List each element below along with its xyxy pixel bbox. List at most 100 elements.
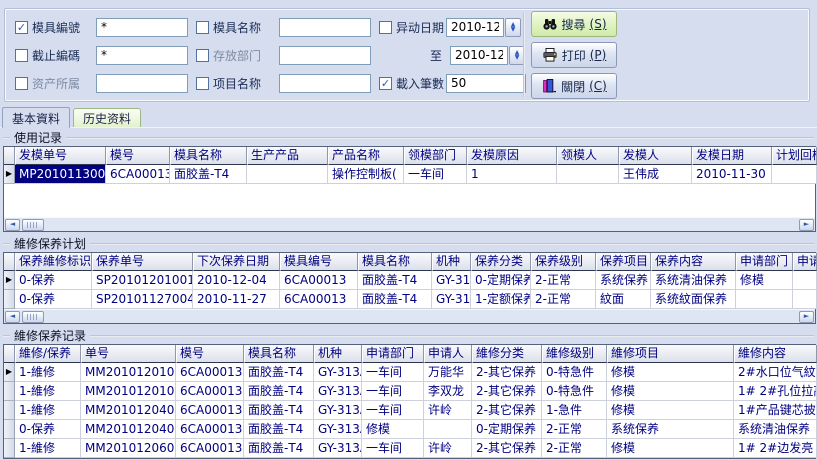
cell[interactable]: 王伟成 [619, 165, 692, 184]
cell[interactable]: 2-其它保养 [472, 401, 542, 420]
cell[interactable]: 修模 [607, 382, 734, 401]
cell[interactable]: 0-定期保养 [472, 420, 542, 439]
table-row[interactable]: 1-維修MM2010120600066CA00013面胶盖-T4GY-313A2… [4, 439, 815, 458]
cell[interactable]: SP201011270041 [92, 290, 193, 309]
cell[interactable]: 0-保养 [15, 290, 92, 309]
cell[interactable]: 1-維修 [15, 401, 81, 420]
table-row[interactable]: 0-保养MM2010120400096CA00013面胶盖-T4GY-313A2… [4, 420, 815, 439]
cell[interactable]: 6CA00013 [176, 401, 244, 420]
cell[interactable]: GY-313A2 [314, 420, 362, 439]
date-spinner[interactable]: ▲▼ [505, 18, 521, 37]
cell[interactable]: MM201012040009 [81, 420, 176, 439]
cell[interactable]: 2-正常 [531, 271, 596, 290]
scroll-track[interactable] [44, 311, 799, 323]
cell[interactable]: 2-其它保养 [472, 382, 542, 401]
cell[interactable]: 0-特急件 [542, 363, 607, 382]
print-button[interactable]: 打印(P) [531, 42, 617, 68]
cell[interactable]: 1-維修 [15, 363, 81, 382]
cell[interactable]: GY-313A2 [314, 382, 362, 401]
column-header[interactable]: 机种 [314, 345, 362, 363]
column-header[interactable]: 机种 [432, 253, 471, 271]
cell[interactable]: 许岭 [424, 439, 472, 458]
column-header[interactable]: 发模日期 [692, 147, 772, 165]
load-count-input[interactable] [446, 74, 526, 93]
cell[interactable]: 0-保养 [15, 420, 81, 439]
column-header[interactable]: 领模部门 [404, 147, 467, 165]
cell[interactable]: 面胶盖-T4 [244, 401, 314, 420]
mold-code-input[interactable] [96, 18, 188, 37]
cell[interactable]: 系统清油保养 [651, 271, 736, 290]
change-date-from-input[interactable] [446, 18, 504, 37]
close-button[interactable]: 關閉(C) [531, 73, 617, 99]
search-button[interactable]: 搜尋(S) [531, 11, 617, 37]
cell[interactable]: 李双龙 [424, 382, 472, 401]
asset-owner-input[interactable] [96, 74, 188, 93]
cell[interactable]: 面胶盖-T4 [358, 290, 432, 309]
cell[interactable]: 1# 2#孔位拉高, [734, 382, 817, 401]
cell[interactable]: 面胶盖-T4 [244, 382, 314, 401]
cell[interactable]: 万能华 [424, 363, 472, 382]
cell[interactable]: 修模 [736, 271, 793, 290]
cell[interactable]: 1#产品键芯披锋 [734, 401, 817, 420]
column-header[interactable]: 保养项目 [596, 253, 651, 271]
cell[interactable]: 0-特急件 [542, 382, 607, 401]
cell[interactable]: 修模 [607, 439, 734, 458]
cell[interactable]: 6CA00013 [176, 439, 244, 458]
cell[interactable]: GY-313A2 [314, 363, 362, 382]
cell[interactable]: 6CA00013 [176, 382, 244, 401]
end-code-checkbox[interactable] [15, 49, 28, 62]
cell[interactable] [793, 290, 817, 309]
cell[interactable]: 一车间 [362, 382, 424, 401]
cell[interactable]: 面胶盖-T4 [244, 363, 314, 382]
cell[interactable]: MM201012040003 [81, 401, 176, 420]
project-name-input[interactable] [279, 74, 371, 93]
cell[interactable]: 面胶盖-T4 [358, 271, 432, 290]
column-header[interactable]: 模具编号 [280, 253, 358, 271]
table-row[interactable]: ▶MP2010113000206CA00013面胶盖-T4操作控制板(一车间1王… [4, 165, 815, 184]
store-dept-checkbox[interactable] [196, 49, 209, 62]
cell[interactable]: 1# 2#边发亮 [734, 439, 817, 458]
cell[interactable]: 1-維修 [15, 439, 81, 458]
cell[interactable]: 系统紋面保养 [651, 290, 736, 309]
table-row[interactable]: 0-保养SP2010112700412010-11-276CA00013面胶盖-… [4, 290, 815, 309]
cell[interactable]: 系统清油保养 [734, 420, 817, 439]
column-header[interactable]: 发模原因 [467, 147, 557, 165]
change-date-to-input[interactable] [450, 46, 508, 65]
column-header[interactable]: 申请部门 [362, 345, 424, 363]
mold-name-input[interactable] [279, 18, 371, 37]
column-header[interactable]: 下次保养日期 [193, 253, 280, 271]
change-date-checkbox[interactable] [379, 21, 392, 34]
cell[interactable] [736, 290, 793, 309]
cell[interactable]: MM201012010007 [81, 382, 176, 401]
column-header[interactable]: 模号 [176, 345, 244, 363]
column-header[interactable]: 发模人 [619, 147, 692, 165]
cell[interactable]: 一车间 [362, 401, 424, 420]
cell[interactable]: 6CA00013 [176, 363, 244, 382]
column-header[interactable]: 維修内容 [734, 345, 817, 363]
cell[interactable]: GY-313A2 [432, 290, 471, 309]
cell[interactable]: 6CA00013 [280, 271, 358, 290]
cell[interactable]: 2-正常 [531, 290, 596, 309]
cell[interactable]: GY-313A2 [314, 439, 362, 458]
column-header[interactable]: 申请部门 [736, 253, 793, 271]
scroll-right-button[interactable]: ► [799, 311, 814, 323]
cell[interactable]: MM201012060006 [81, 439, 176, 458]
cell[interactable]: 修模 [607, 363, 734, 382]
cell[interactable]: MP201011300020 [15, 165, 106, 184]
column-header[interactable]: 产品名称 [328, 147, 404, 165]
column-header[interactable]: 維修级别 [542, 345, 607, 363]
cell[interactable]: 2010-11-27 [193, 290, 280, 309]
column-header[interactable]: 申请人 [793, 253, 817, 271]
column-header[interactable]: 維修/保养 [15, 345, 81, 363]
scroll-thumb[interactable] [22, 219, 44, 231]
table-row[interactable]: 1-維修MM2010120100076CA00013面胶盖-T4GY-313A2… [4, 382, 815, 401]
cell[interactable]: 修模 [607, 401, 734, 420]
cell[interactable] [557, 165, 619, 184]
column-header[interactable]: 保养级别 [531, 253, 596, 271]
cell[interactable]: 操作控制板( [328, 165, 404, 184]
column-header[interactable]: 維修分类 [472, 345, 542, 363]
column-header[interactable]: 模具名称 [170, 147, 247, 165]
column-header[interactable]: 保养維修标识 [15, 253, 92, 271]
cell[interactable]: 1-定额保养 [471, 290, 531, 309]
cell[interactable]: GY-313A2 [432, 271, 471, 290]
